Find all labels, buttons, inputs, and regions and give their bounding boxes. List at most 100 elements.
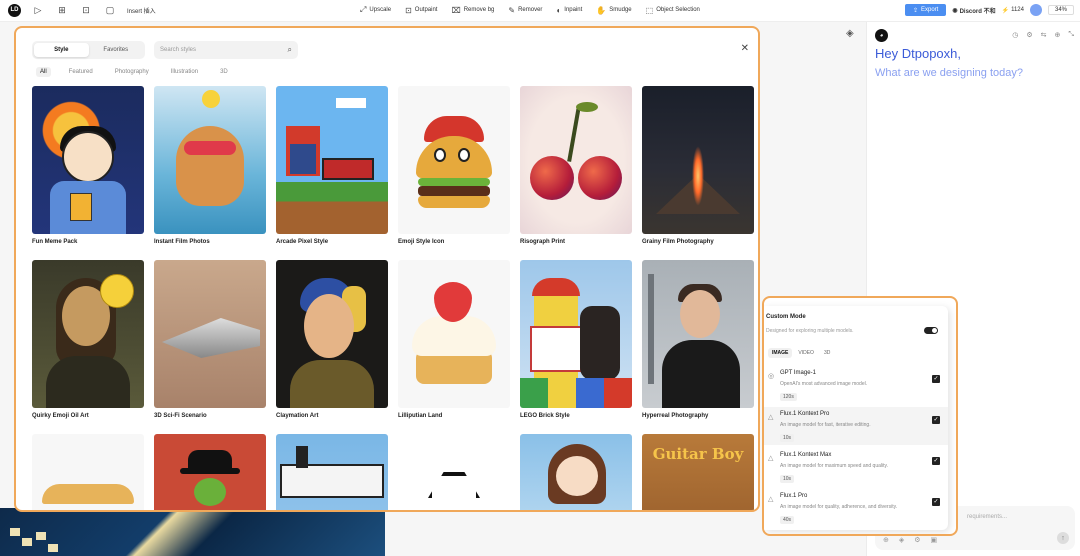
zoom-level[interactable]: 34% (1047, 5, 1074, 15)
model-checkbox[interactable]: ✓ (932, 457, 940, 465)
image-tool-icon[interactable]: ⊡ (79, 3, 93, 17)
style-card[interactable]: Quirky Emoji Oil Art (32, 260, 144, 419)
style-card-label: Hyperreal Photography (642, 413, 709, 419)
model-checkbox[interactable]: ✓ (932, 416, 940, 424)
model-name: Flux.1 Kontext Pro (780, 411, 830, 417)
tab-video[interactable]: VIDEO (794, 348, 818, 358)
custom-mode-toggle[interactable] (924, 327, 938, 334)
style-card[interactable]: 3D Sci-Fi Scenario (154, 260, 266, 419)
model-time: 10s (780, 434, 795, 442)
style-card[interactable]: Lilliputian Land (398, 260, 510, 419)
tab-3d[interactable]: 3D (820, 348, 834, 358)
model-time: 120s (780, 393, 797, 401)
tool-smudge[interactable]: ✋ Smudge (596, 5, 631, 15)
select-tool-icon[interactable]: ▷ (31, 3, 45, 17)
settings-icon[interactable]: ⚙ (1026, 31, 1032, 39)
style-thumbnail[interactable] (520, 260, 632, 408)
tool-object-selection[interactable]: ⬚ Object Selection (646, 5, 700, 15)
layers-icon[interactable]: ◈ (846, 28, 854, 39)
style-thumbnail[interactable] (276, 260, 388, 408)
model-description: An image model for fast, iterative editi… (780, 422, 871, 428)
style-card[interactable] (520, 434, 632, 510)
credits-counter[interactable]: ⚡ 1124 (1002, 7, 1024, 14)
style-card[interactable]: Grainy Film Photography (642, 86, 754, 245)
tool-inpaint[interactable]: ◐ Inpaint (556, 5, 582, 15)
insert-menu[interactable]: Insert 插入 (127, 6, 156, 15)
style-thumbnail[interactable] (642, 86, 754, 234)
tool-outpaint[interactable]: ⊡ Outpaint (405, 5, 437, 15)
style-card[interactable]: Claymation Art (276, 260, 388, 419)
style-card[interactable] (398, 434, 510, 510)
collapse-icon[interactable]: ⤡ (1068, 31, 1074, 39)
filter-featured[interactable]: Featured (65, 67, 97, 77)
filter-3d[interactable]: 3D (216, 67, 232, 77)
style-thumbnail[interactable] (276, 86, 388, 234)
style-card[interactable]: Instant Film Photos (154, 86, 266, 245)
camera-icon[interactable]: ▣ (931, 536, 938, 544)
style-card-label: Instant Film Photos (154, 239, 210, 245)
tool-remove-bg[interactable]: ⌧ Remove bg (451, 5, 494, 15)
style-card[interactable]: Risograph Print (520, 86, 632, 245)
style-card[interactable]: Hyperreal Photography (642, 260, 754, 419)
close-icon[interactable]: ✕ (741, 43, 749, 54)
style-card[interactable] (276, 434, 388, 510)
style-card[interactable]: LEGO Brick Style (520, 260, 632, 419)
new-chat-icon[interactable]: ⊕ (1055, 31, 1061, 39)
model-option[interactable]: ◎ GPT Image-1 OpenAI's most advanced image… (764, 366, 948, 404)
attach-icon[interactable]: ⊕ (883, 536, 889, 544)
upscale-icon: ⤢ (360, 5, 367, 14)
model-checkbox[interactable]: ✓ (932, 375, 940, 383)
search-styles-input[interactable]: Search styles ⌕ (154, 41, 298, 59)
style-thumbnail[interactable] (154, 260, 266, 408)
app-logo[interactable]: LD (8, 3, 21, 17)
history-icon[interactable]: ◷ (1012, 31, 1018, 39)
model-option[interactable]: △ Flux.1 Kontext Max An image model for ma… (764, 448, 948, 486)
style-thumbnail[interactable] (154, 86, 266, 234)
model-option[interactable]: △ Flux.1 Pro An image model for quality, a… (764, 489, 948, 527)
style-thumbnail[interactable] (520, 86, 632, 234)
style-card[interactable]: Fun Meme Pack (32, 86, 144, 245)
model-name: GPT Image-1 (780, 370, 816, 376)
inpaint-icon: ◐ (556, 5, 562, 15)
discord-link[interactable]: ◉ Discord 不和 (952, 6, 995, 15)
style-card[interactable]: Emoji Style Icon (398, 86, 510, 245)
user-avatar[interactable] (1029, 4, 1042, 16)
model-option[interactable]: △ Flux.1 Kontext Pro An image model for fa… (764, 407, 948, 445)
style-thumbnail[interactable] (520, 434, 632, 510)
filter-all[interactable]: All (36, 67, 51, 77)
style-thumbnail[interactable] (32, 86, 144, 234)
tab-favorites[interactable]: Favorites (89, 43, 144, 57)
model-picker-icon[interactable]: ⚙ (914, 536, 920, 544)
model-description: An image model for maximum speed and qua… (780, 463, 889, 469)
tool-upscale[interactable]: ⤢ Upscale (360, 5, 391, 15)
style-card[interactable] (32, 434, 144, 510)
style-thumbnail[interactable] (398, 434, 510, 510)
frame-tool-icon[interactable]: ⊞ (55, 3, 69, 17)
style-card[interactable]: Arcade Pixel Style (276, 86, 388, 245)
share-icon[interactable]: ⇆ (1041, 31, 1047, 39)
style-thumbnail[interactable] (32, 260, 144, 408)
filter-illustration[interactable]: Illustration (167, 67, 202, 77)
tab-style[interactable]: Style (34, 43, 89, 57)
style-thumbnail[interactable] (276, 434, 388, 510)
tool-remover[interactable]: ✎ Remover (508, 5, 542, 15)
export-button[interactable]: ⇪ Export (904, 4, 947, 16)
search-icon[interactable]: ⌕ (288, 45, 292, 55)
style-thumbnail[interactable] (32, 434, 144, 510)
style-card[interactable]: Guitar Boy (642, 434, 754, 510)
model-time: 40s (780, 516, 795, 524)
style-thumbnail[interactable] (398, 260, 510, 408)
crop-tool-icon[interactable]: ▢ (103, 3, 117, 17)
model-checkbox[interactable]: ✓ (932, 498, 940, 506)
flux-icon: △ (768, 496, 774, 503)
tab-image[interactable]: IMAGE (768, 348, 793, 358)
canvas-image[interactable] (0, 508, 385, 556)
style-thumbnail[interactable]: Guitar Boy (642, 434, 754, 510)
style-thumbnail[interactable] (154, 434, 266, 510)
style-card[interactable] (154, 434, 266, 510)
style-picker-icon[interactable]: ◈ (899, 536, 904, 544)
style-thumbnail[interactable] (398, 86, 510, 234)
style-thumbnail[interactable] (642, 260, 754, 408)
filter-photography[interactable]: Photography (111, 67, 153, 77)
send-icon[interactable]: ↑ (1057, 532, 1069, 544)
